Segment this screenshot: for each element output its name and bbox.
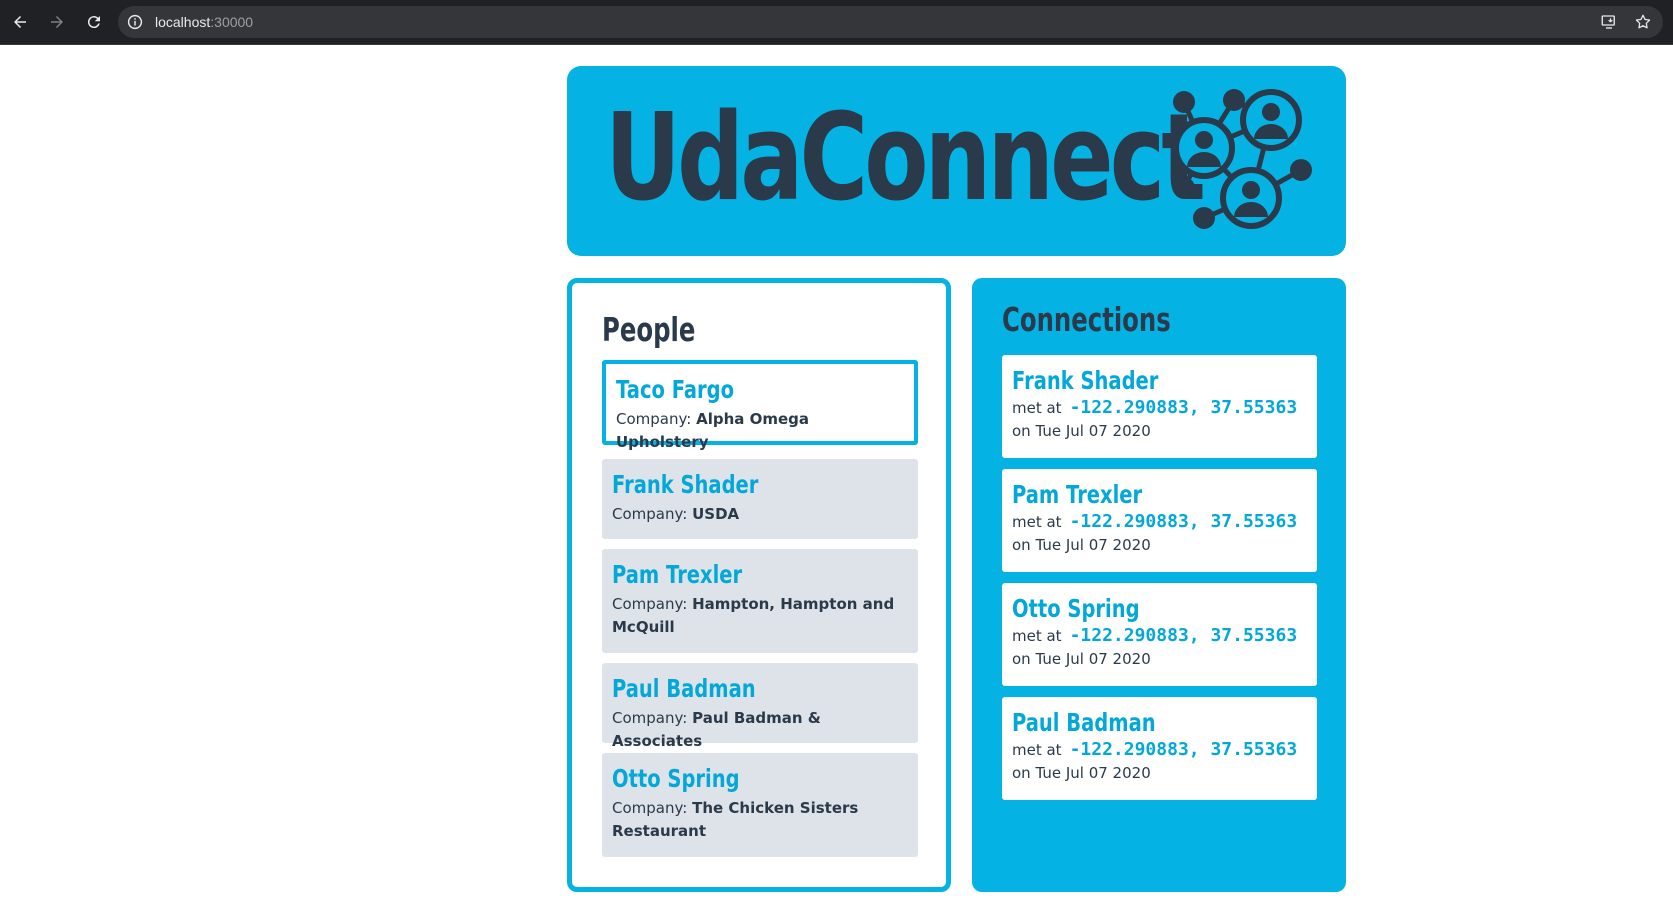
forward-arrow-icon[interactable] [39,4,75,40]
company-label: Company: [612,799,688,817]
company-label: Company: [612,505,688,523]
connection-location: met at -122.290883, 37.55363 [1012,625,1307,647]
person-company: Company: Paul Badman & Associates [612,707,908,753]
connection-name: Frank Shader [1012,366,1159,395]
person-name: Otto Spring [612,764,740,793]
url-port: :30000 [210,14,254,30]
connection-location: met at -122.290883, 37.55363 [1012,511,1307,533]
browser-toolbar: localhost:30000 [0,0,1673,44]
connection-card: Frank Shader met at -122.290883, 37.55363… [1002,355,1317,458]
connection-coords: -122.290883, 37.55363 [1069,397,1298,418]
connection-coords: -122.290883, 37.55363 [1069,625,1298,646]
person-card[interactable]: Pam Trexler Company: Hampton, Hampton an… [602,549,918,653]
connection-coords: -122.290883, 37.55363 [1069,511,1298,532]
person-card[interactable]: Taco Fargo Company: Alpha Omega Upholste… [602,360,918,451]
company-value: USDA [692,505,740,523]
connection-card: Pam Trexler met at -122.290883, 37.55363 … [1002,469,1317,572]
back-arrow-icon[interactable] [2,4,38,40]
connection-name: Paul Badman [1012,708,1156,737]
person-card[interactable]: Otto Spring Company: The Chicken Sisters… [602,753,918,857]
person-company: Company: The Chicken Sisters Restaurant [612,797,908,843]
address-bar[interactable]: localhost:30000 [118,6,1663,38]
connection-card: Otto Spring met at -122.290883, 37.55363 … [1002,583,1317,686]
connection-date: on Tue Jul 07 2020 [1012,650,1151,668]
connections-panel: Connections Frank Shader met at -122.2908… [972,278,1346,892]
connection-coords: -122.290883, 37.55363 [1069,739,1298,760]
company-label: Company: [612,709,688,727]
bookmark-star-icon[interactable] [1631,10,1655,34]
connection-card: Paul Badman met at -122.290883, 37.55363 … [1002,697,1317,800]
person-company: Company: USDA [612,503,908,526]
person-company: Company: Hampton, Hampton and McQuill [612,593,908,639]
brand-title: UdaConnect [605,89,1206,228]
person-name: Taco Fargo [616,375,735,404]
person-name: Pam Trexler [612,560,743,589]
connection-location: met at -122.290883, 37.55363 [1012,739,1307,761]
met-label: met at [1012,399,1062,417]
people-panel: People Taco Fargo Company: Alpha Omega U… [567,278,951,892]
met-label: met at [1012,741,1062,759]
app-header: UdaConnect [567,66,1346,256]
connection-name: Pam Trexler [1012,480,1143,509]
person-name: Paul Badman [612,674,756,703]
person-company: Company: Alpha Omega Upholstery [616,408,904,454]
connection-date: on Tue Jul 07 2020 [1012,764,1151,782]
url-host: localhost [155,14,211,30]
network-people-icon [1173,89,1312,229]
person-card[interactable]: Paul Badman Company: Paul Badman & Assoc… [602,663,918,750]
company-label: Company: [612,595,688,613]
connection-date: on Tue Jul 07 2020 [1012,422,1151,440]
connections-title: Connections [1002,300,1171,339]
toolbar-divider [0,44,1673,45]
connection-date: on Tue Jul 07 2020 [1012,536,1151,554]
install-app-icon[interactable] [1597,10,1621,34]
person-name: Frank Shader [612,470,759,499]
met-label: met at [1012,513,1062,531]
met-label: met at [1012,627,1062,645]
site-info-icon[interactable] [125,12,145,32]
person-card[interactable]: Frank Shader Company: USDA [602,459,918,539]
url-text: localhost:30000 [155,14,253,30]
people-title: People [602,310,696,349]
connection-location: met at -122.290883, 37.55363 [1012,397,1307,419]
connection-name: Otto Spring [1012,594,1140,623]
reload-icon[interactable] [76,4,112,40]
company-label: Company: [616,410,692,428]
